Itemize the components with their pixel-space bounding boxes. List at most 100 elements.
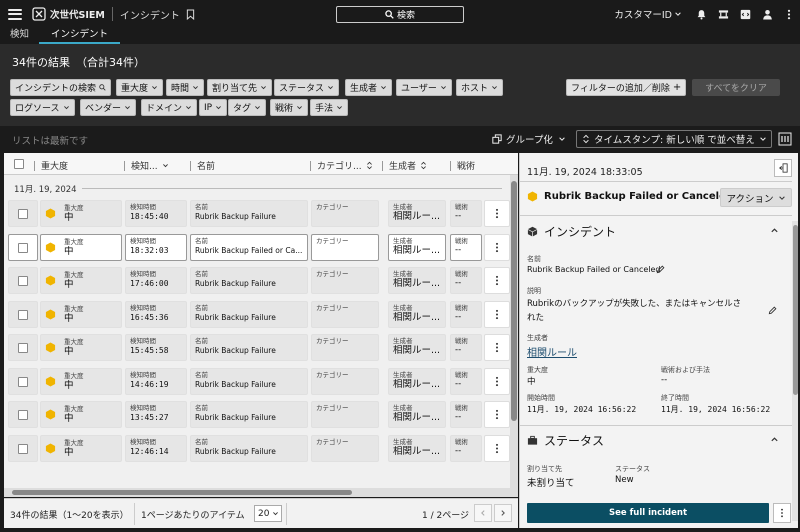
- expand-panel-button[interactable]: [774, 159, 792, 177]
- generator-link[interactable]: 相関ルール: [527, 344, 577, 359]
- row-checkbox[interactable]: [18, 376, 28, 387]
- row-checkbox[interactable]: [18, 276, 28, 286]
- row-checkbox[interactable]: [18, 242, 28, 253]
- severity-filter[interactable]: 重大度: [116, 79, 164, 96]
- column-header-name[interactable]: 名前: [190, 159, 215, 172]
- profile-button[interactable]: [756, 9, 778, 20]
- row-menu-button[interactable]: [484, 300, 510, 328]
- row-menu-button[interactable]: [484, 233, 510, 261]
- menu-icon[interactable]: [8, 8, 22, 20]
- bookmark-icon[interactable]: [186, 9, 195, 20]
- row-checkbox[interactable]: [18, 410, 28, 420]
- filter-label: ユーザー: [401, 84, 437, 94]
- row-menu-button[interactable]: [484, 267, 510, 294]
- see-full-incident-button[interactable]: See full incident: [527, 503, 769, 523]
- technique-filter[interactable]: 手法: [310, 99, 349, 116]
- section-status-header[interactable]: ステータス: [527, 432, 604, 449]
- list-status: リストは最新です: [12, 136, 89, 147]
- table-row[interactable]: 重大度中検知時間 15:45:58 名前 Rubrik Backup Failure カ…: [4, 331, 518, 364]
- clear-all-button[interactable]: すべてをクリア: [692, 79, 780, 96]
- prev-page-button[interactable]: [474, 504, 492, 522]
- chevron-up-icon[interactable]: [770, 226, 779, 235]
- edit-icon[interactable]: [768, 306, 777, 315]
- incident-name: Rubrik Backup Failed or Ca...: [195, 245, 303, 255]
- field-label: カテゴリー: [316, 404, 349, 412]
- developer-button[interactable]: [734, 9, 756, 20]
- customer-selector[interactable]: カスタマーID: [614, 7, 672, 21]
- ip-filter[interactable]: IP: [199, 99, 228, 116]
- log-source-filter[interactable]: ログソース: [10, 99, 75, 116]
- field-label: カテゴリー: [316, 270, 349, 278]
- group-by-button[interactable]: グループ化: [492, 132, 566, 146]
- row-menu-button[interactable]: [484, 401, 510, 428]
- generator-value: 相関ルー...: [393, 278, 441, 289]
- column-header-category[interactable]: カテゴリ...: [310, 159, 373, 172]
- search-button[interactable]: 検索: [336, 6, 464, 23]
- column-header-detect-time[interactable]: 検知...: [124, 159, 169, 172]
- user-filter[interactable]: ユーザー: [396, 79, 452, 96]
- scroll-thumb[interactable]: [511, 181, 517, 421]
- table-row[interactable]: 重大度中検知時間 14:46:19 名前 Rubrik Backup Failure カ…: [4, 365, 518, 398]
- assignee-filter[interactable]: 割り当て先: [207, 79, 273, 96]
- severity-medium-icon: [45, 442, 56, 454]
- table-row[interactable]: 重大度中検知時間 18:32:03 名前 Rubrik Backup Failed o…: [4, 231, 518, 264]
- host-filter[interactable]: ホスト: [456, 79, 504, 96]
- incident-search-filter[interactable]: インシデントの検索: [10, 79, 112, 96]
- table-row[interactable]: 重大度中検知時間 18:45:40 名前 Rubrik Backup Failure カ…: [4, 197, 518, 230]
- field-label: 戦術: [455, 203, 468, 211]
- row-menu-button[interactable]: [484, 367, 510, 395]
- group-icon: [492, 134, 502, 144]
- column-header-severity[interactable]: 重大度: [34, 159, 68, 172]
- next-page-button[interactable]: [494, 504, 512, 522]
- table-row[interactable]: 重大度中検知時間 17:46:00 名前 Rubrik Backup Failure カ…: [4, 264, 518, 297]
- time-filter[interactable]: 時間: [166, 79, 205, 96]
- vendor-filter[interactable]: ベンダー: [80, 99, 137, 116]
- table-row[interactable]: 重大度中検知時間 16:45:36 名前 Rubrik Backup Failure カ…: [4, 298, 518, 331]
- column-header-tactic[interactable]: 戦術: [450, 159, 475, 172]
- row-checkbox[interactable]: [18, 343, 28, 353]
- select-all-checkbox[interactable]: [14, 159, 24, 169]
- row-menu-button[interactable]: [484, 200, 510, 227]
- menu-button[interactable]: [778, 9, 800, 20]
- notifications-button[interactable]: [690, 9, 712, 20]
- detect-time-value: 15:45:58: [130, 346, 169, 355]
- domain-filter[interactable]: ドメイン: [141, 99, 198, 116]
- row-checkbox[interactable]: [18, 209, 28, 219]
- tag-filter[interactable]: タグ: [228, 99, 267, 116]
- sort-select[interactable]: タイムスタンプ: 新しい順 で並べ替え: [576, 130, 772, 148]
- incident-name: Rubrik Backup Failure: [195, 212, 276, 221]
- incident-name: Rubrik Backup Failure: [195, 279, 276, 288]
- generator-filter[interactable]: 生成者: [345, 79, 393, 96]
- tactic-filter[interactable]: 戦術: [270, 99, 309, 116]
- name-cell: 名前 Rubrik Backup Failure: [190, 300, 308, 328]
- vertical-scrollbar[interactable]: [792, 221, 798, 521]
- tab-detections[interactable]: 検知: [0, 28, 39, 44]
- kebab-icon: [781, 508, 783, 518]
- table-row[interactable]: 重大度中検知時間 13:45:27 名前 Rubrik Backup Failure カ…: [4, 398, 518, 431]
- table-row[interactable]: 重大度中検知時間 12:46:14 名前 Rubrik Backup Failure カ…: [4, 432, 518, 465]
- action-button[interactable]: アクション: [720, 188, 792, 207]
- edit-icon[interactable]: [656, 265, 665, 274]
- vertical-scrollbar[interactable]: [510, 175, 518, 497]
- scroll-thumb[interactable]: [12, 490, 352, 495]
- horizontal-scrollbar[interactable]: [4, 488, 518, 497]
- scroll-thumb[interactable]: [793, 225, 798, 395]
- section-incident-header[interactable]: インシデント: [527, 223, 616, 240]
- tab-incidents[interactable]: インシデント: [39, 28, 121, 44]
- assignee-value[interactable]: 未割り当て: [527, 475, 575, 489]
- flows-button[interactable]: [712, 9, 734, 20]
- column-settings-icon[interactable]: [778, 132, 792, 146]
- more-options-button[interactable]: [773, 503, 791, 523]
- row-menu-button[interactable]: [484, 334, 510, 361]
- status-filter[interactable]: ステータス: [274, 79, 340, 96]
- chevron-down-icon[interactable]: [674, 10, 682, 18]
- row-menu-button[interactable]: [484, 434, 510, 462]
- chevron-up-icon[interactable]: [770, 435, 779, 444]
- status-value[interactable]: New: [615, 475, 634, 485]
- row-checkbox[interactable]: [18, 443, 28, 454]
- breadcrumb: インシデント: [119, 10, 180, 22]
- row-checkbox[interactable]: [18, 309, 28, 320]
- add-filter-button[interactable]: フィルターの追加／削除 +: [566, 79, 687, 96]
- column-header-generator[interactable]: 生成者: [382, 159, 427, 172]
- per-page-select[interactable]: 20: [254, 505, 282, 522]
